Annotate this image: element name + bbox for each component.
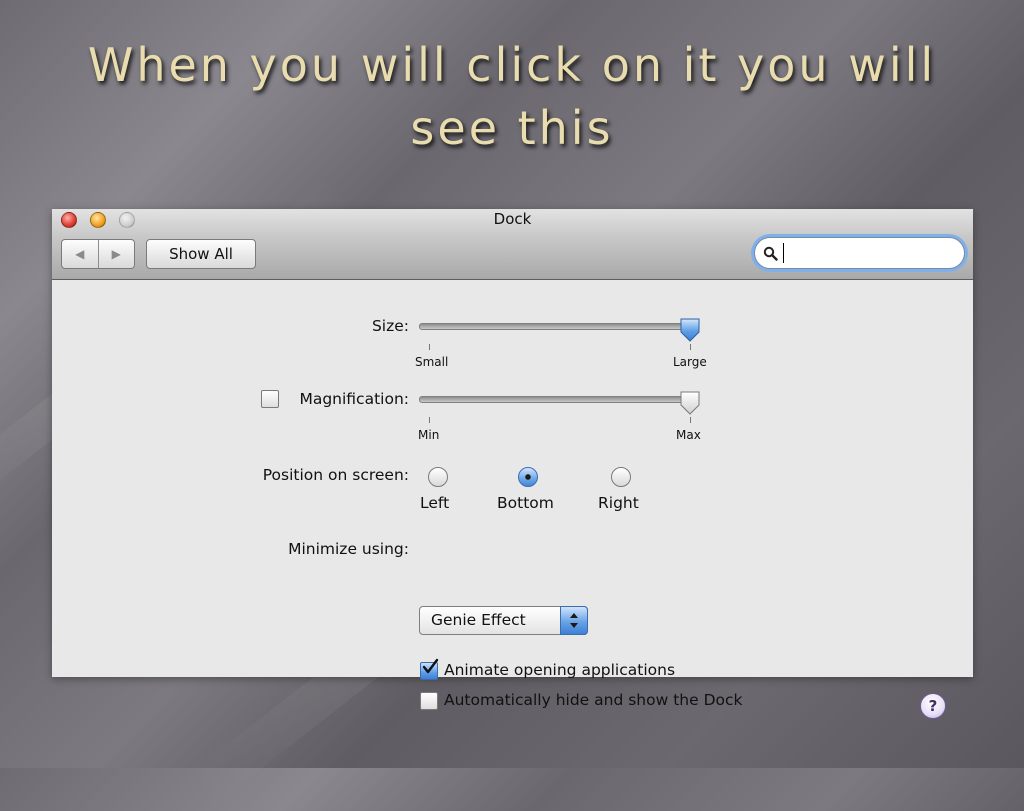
magnification-min-label: Min: [418, 428, 440, 442]
show-all-button[interactable]: Show All: [146, 239, 256, 269]
magnification-label: Magnification:: [299, 390, 409, 408]
magnification-tick-min: [429, 417, 430, 423]
minimize-effect-popup[interactable]: Genie Effect: [419, 606, 588, 635]
forward-button[interactable]: ▶: [97, 240, 135, 268]
position-right-radio[interactable]: [611, 467, 631, 487]
minimize-label: Minimize using:: [288, 540, 409, 558]
autohide-checkbox[interactable]: [420, 692, 438, 710]
triangle-right-icon: ▶: [111, 247, 121, 261]
position-left-radio[interactable]: [428, 467, 448, 487]
popup-arrows-icon: [560, 606, 588, 635]
magnification-checkbox[interactable]: [261, 390, 279, 408]
text-cursor: [783, 243, 784, 263]
position-label: Position on screen:: [262, 466, 409, 484]
size-min-label: Small: [415, 355, 449, 369]
magnification-slider-track[interactable]: [419, 396, 693, 403]
back-forward-control: ◀ ▶: [61, 239, 135, 269]
dock-preferences-window: Dock ◀ ▶ Show All Size: Small Large Magn…: [52, 209, 973, 719]
magnification-max-label: Max: [676, 428, 701, 442]
position-left-label: Left: [420, 494, 450, 512]
position-right-label: Right: [598, 494, 639, 512]
size-slider-track[interactable]: [419, 323, 693, 330]
animate-label: Animate opening applications: [444, 661, 676, 679]
search-input[interactable]: [781, 242, 951, 264]
size-label: Size:: [371, 317, 409, 335]
help-button[interactable]: ?: [920, 693, 946, 719]
back-button[interactable]: ◀: [62, 240, 98, 268]
size-max-label: Large: [673, 355, 707, 369]
size-tick-max: [690, 344, 691, 350]
checkmark-icon: [422, 658, 439, 674]
triangle-left-icon: ◀: [75, 247, 85, 261]
search-icon: [763, 246, 778, 261]
position-bottom-label: Bottom: [497, 494, 554, 512]
preferences-content: Size: Small Large Magnification: Min Max…: [52, 280, 973, 719]
size-slider-thumb[interactable]: [679, 318, 701, 342]
magnification-tick-max: [690, 417, 691, 423]
autohide-label: Automatically hide and show the Dock: [444, 691, 743, 709]
minimize-effect-value: Genie Effect: [431, 611, 526, 629]
search-field[interactable]: [754, 237, 965, 269]
size-tick-min: [429, 344, 430, 350]
window-titlebar: Dock ◀ ▶ Show All: [52, 209, 973, 280]
slide-title: When you will click on it you will see t…: [87, 38, 937, 155]
magnification-slider-thumb[interactable]: [679, 391, 701, 415]
window-title: Dock: [493, 210, 532, 228]
position-bottom-radio[interactable]: [518, 467, 538, 487]
